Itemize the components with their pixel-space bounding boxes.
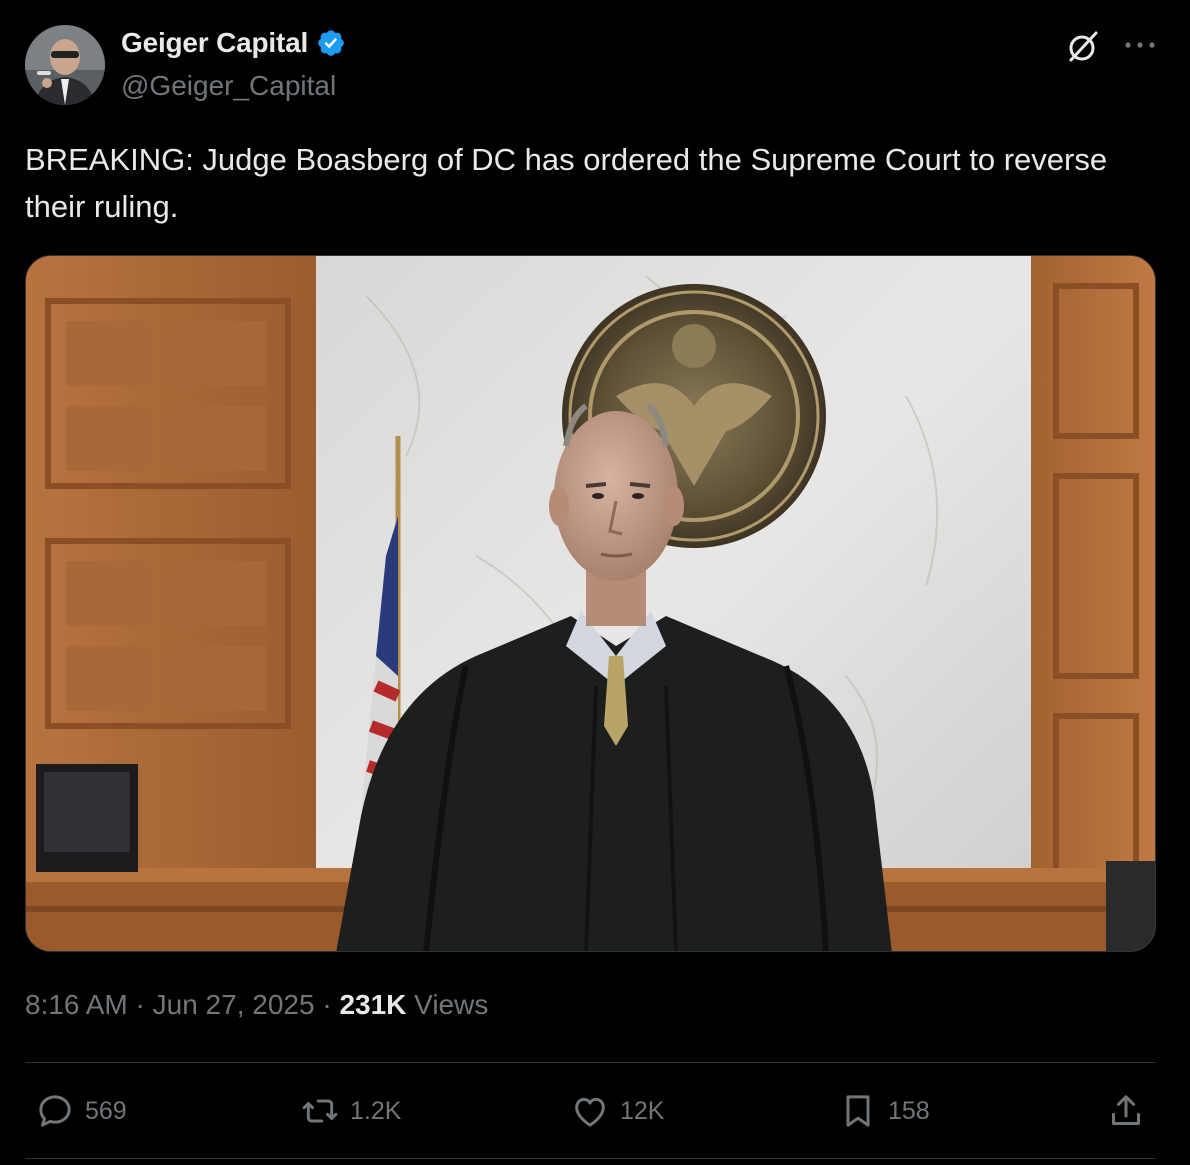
like-icon bbox=[575, 1097, 605, 1127]
name-row: Geiger Capital bbox=[121, 27, 346, 59]
bookmark-icon bbox=[846, 1095, 870, 1127]
tweet: Geiger Capital @Geiger_Capital BREAKING:… bbox=[0, 0, 1190, 1165]
bookmark-button[interactable]: 158 bbox=[838, 1090, 930, 1132]
tweet-header: Geiger Capital @Geiger_Capital bbox=[25, 25, 1165, 107]
tweet-date[interactable]: Jun 27, 2025 bbox=[153, 989, 315, 1020]
grok-icon[interactable] bbox=[1065, 29, 1101, 65]
avatar[interactable] bbox=[25, 25, 105, 105]
tweet-text: BREAKING: Judge Boasberg of DC has order… bbox=[25, 142, 1108, 224]
reply-icon bbox=[39, 1095, 71, 1127]
share-icon bbox=[1112, 1095, 1140, 1125]
repost-button[interactable]: 1.2K bbox=[300, 1090, 401, 1132]
meta-separator: · bbox=[322, 989, 332, 1020]
handle[interactable]: @Geiger_Capital bbox=[121, 70, 336, 102]
verified-badge-icon[interactable] bbox=[316, 28, 346, 58]
share-button[interactable] bbox=[1106, 1090, 1146, 1132]
divider bbox=[25, 1062, 1156, 1063]
views-label: Views bbox=[414, 989, 489, 1020]
tweet-photo[interactable] bbox=[25, 255, 1156, 952]
divider bbox=[25, 1158, 1156, 1159]
meta-separator: · bbox=[135, 989, 145, 1020]
like-button[interactable]: 12K bbox=[570, 1090, 664, 1132]
repost-count: 1.2K bbox=[350, 1096, 402, 1125]
more-icon[interactable] bbox=[1123, 33, 1157, 57]
tweet-time[interactable]: 8:16 AM bbox=[25, 989, 128, 1020]
views-count[interactable]: 231K bbox=[339, 989, 406, 1020]
repost-icon bbox=[302, 1099, 338, 1123]
display-name[interactable]: Geiger Capital bbox=[121, 27, 308, 59]
courtroom-photo-illustration bbox=[26, 256, 1155, 951]
bookmark-count: 158 bbox=[888, 1096, 930, 1125]
reply-count: 569 bbox=[85, 1096, 127, 1125]
like-count: 12K bbox=[620, 1096, 665, 1125]
reply-button[interactable]: 569 bbox=[35, 1090, 127, 1132]
tweet-meta: 8:16 AM · Jun 27, 2025 · 231K Views bbox=[25, 989, 488, 1021]
